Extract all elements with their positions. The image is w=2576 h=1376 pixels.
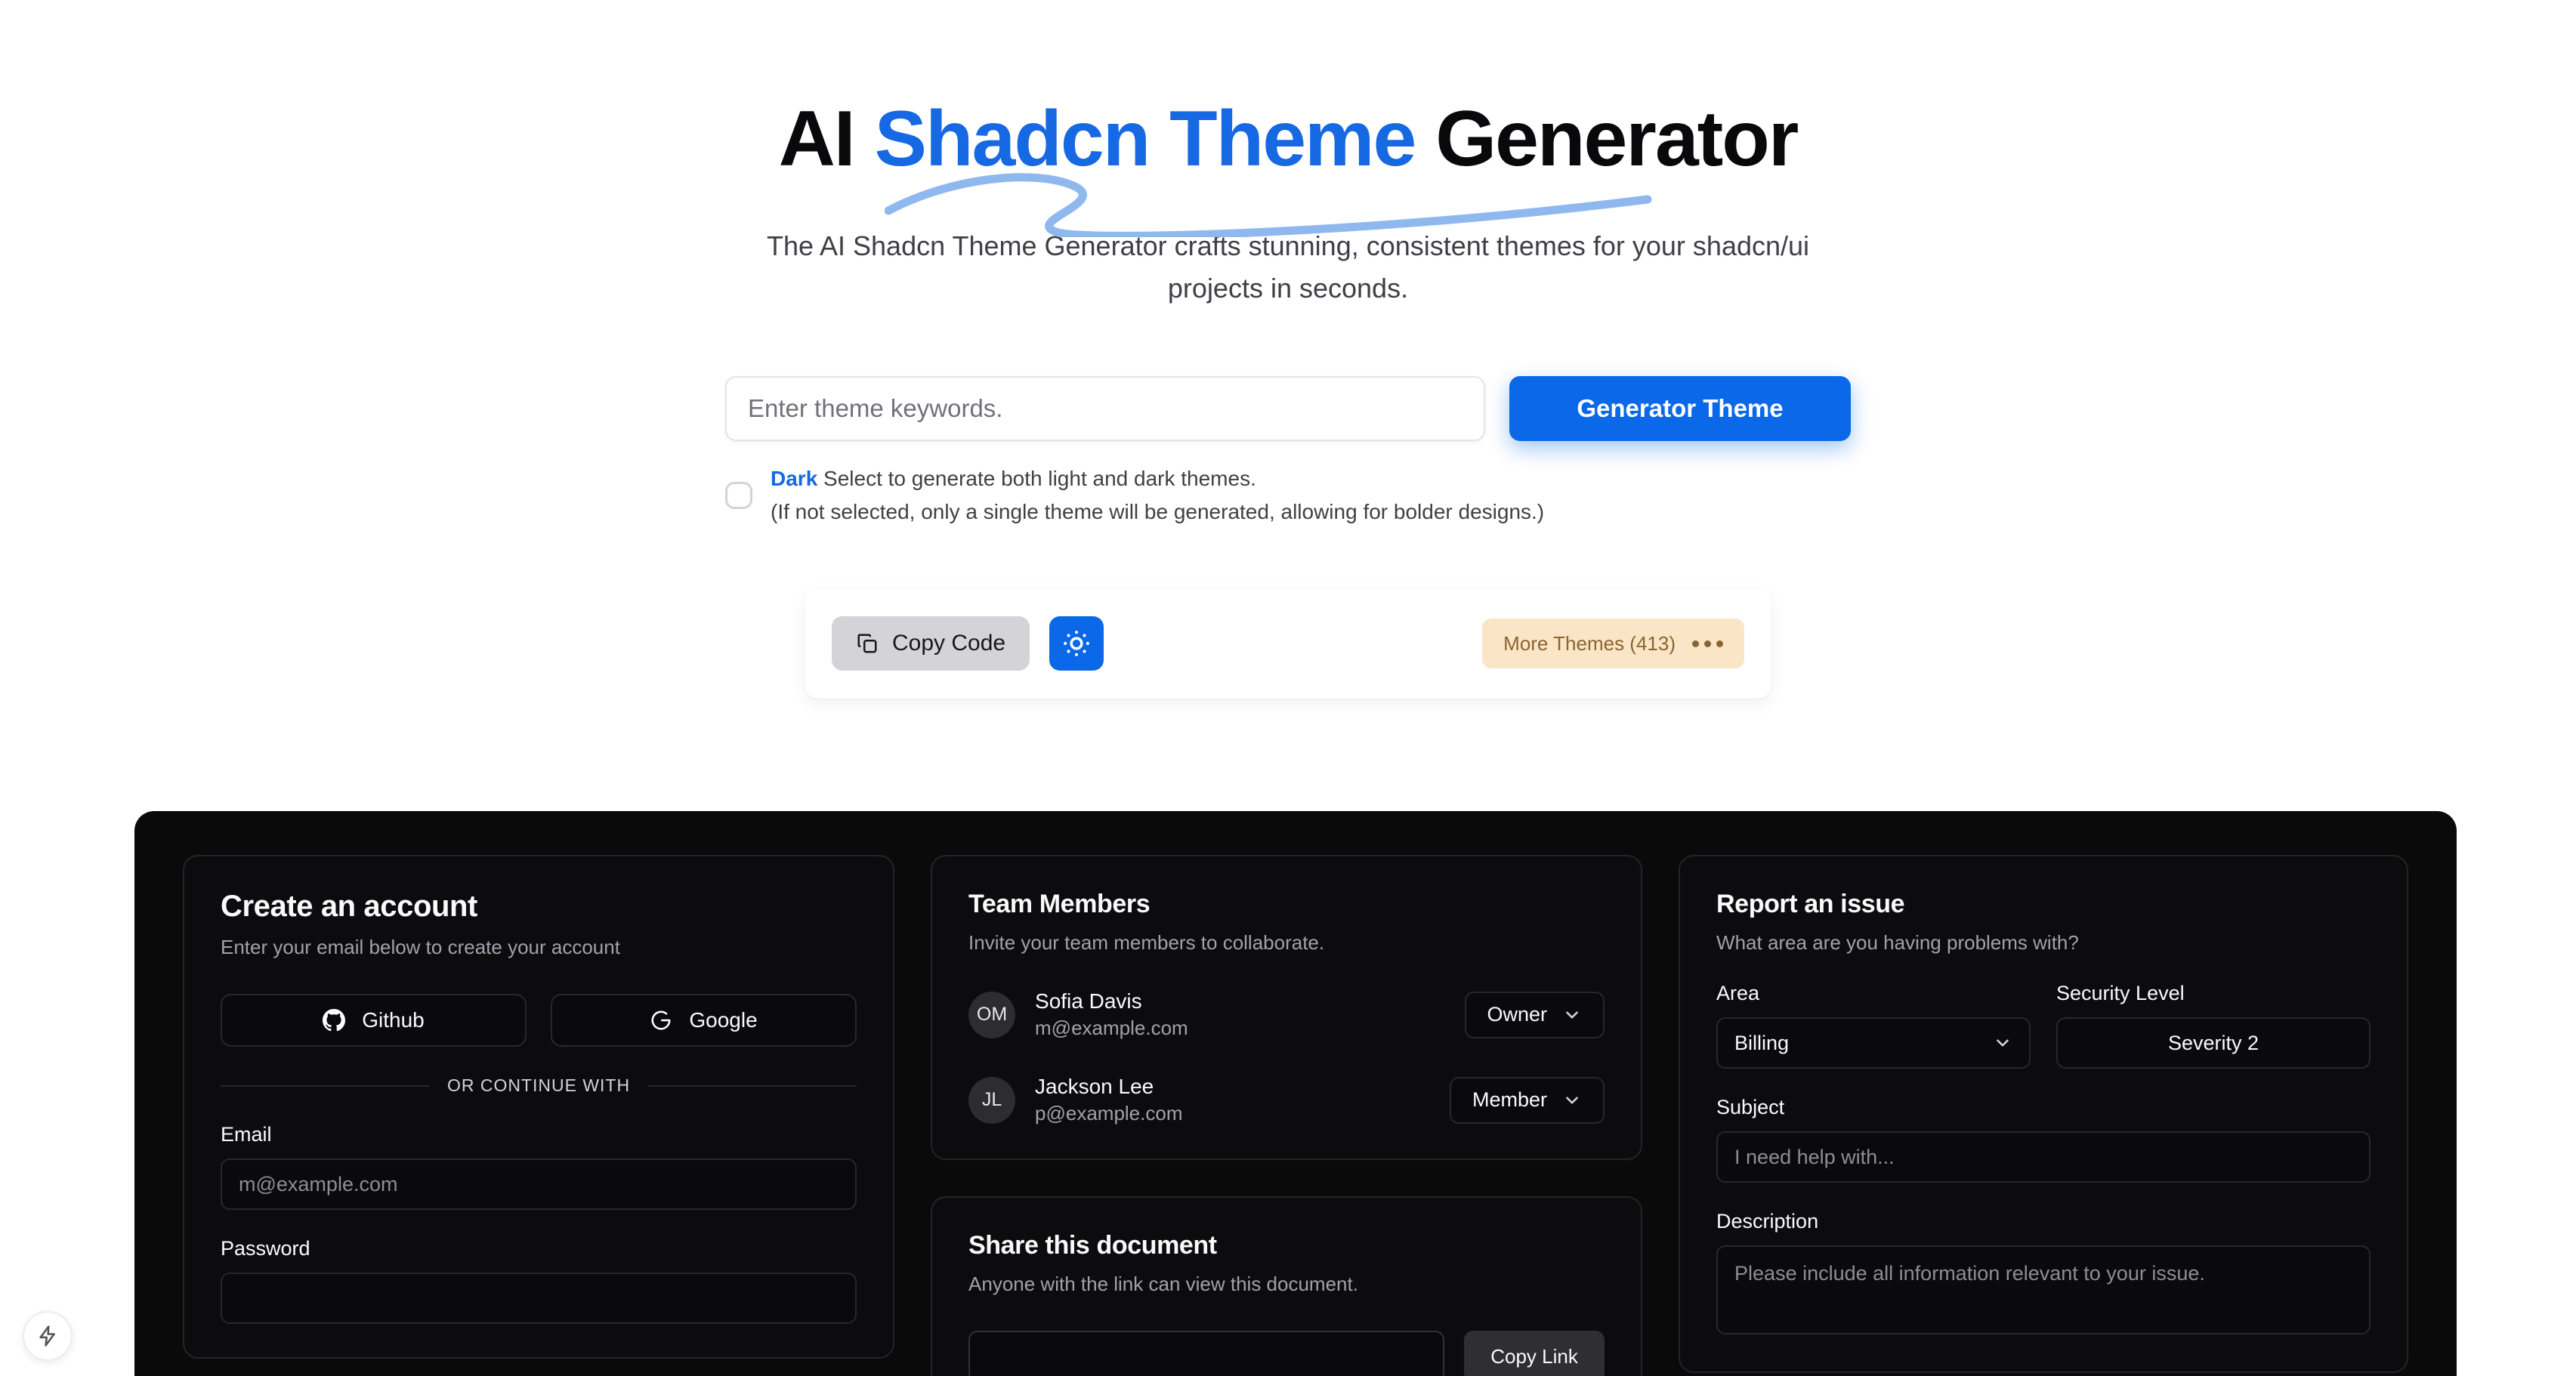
report-issue-card: Report an issue What area are you having… [1679,855,2408,1373]
page-title: AI Shadcn Theme Generator [779,100,1799,237]
share-document-card: Share this document Anyone with the link… [931,1196,1643,1376]
chevron-down-icon [1566,1096,1578,1104]
generator-form: Generator Theme [725,375,1851,441]
copy-icon [857,634,877,653]
team-member-role-label: Member [1472,1088,1548,1111]
google-signin-label: Google [689,1008,758,1032]
description-label: Description [1716,1210,1819,1233]
google-icon [651,1010,671,1030]
team-member-email: p@example.com [1035,1102,1183,1125]
title-accent: Shadcn Theme [874,95,1417,183]
copy-link-button[interactable]: Copy Link [1464,1331,1605,1376]
team-member-name: Sofia Davis [1035,989,1142,1013]
team-member-email: m@example.com [1035,1017,1188,1039]
team-member-row: OM Sofia Davis m@example.com Owner [968,989,1605,1040]
preview-column-left: Create an account Enter your email below… [183,855,895,1364]
dark-mode-text: Dark Select to generate both light and d… [771,462,1544,530]
quick-action-button[interactable] [23,1311,73,1361]
theme-preview-panel: Create an account Enter your email below… [134,811,2457,1376]
team-member-name: Jackson Lee [1035,1075,1154,1098]
title-prefix: AI [778,95,875,183]
report-issue-description: What area are you having problems with? [1716,931,2079,954]
dark-mode-checkbox[interactable] [725,482,752,510]
oauth-buttons-row: Github Google [221,994,857,1047]
preview-toolbar: Copy Code More Themes (413) [805,588,1771,699]
team-member-role-select[interactable]: Member [1450,1076,1605,1124]
email-label: Email [221,1123,272,1146]
chevron-down-icon [1566,1010,1578,1019]
team-member-role-select[interactable]: Owner [1464,991,1605,1038]
report-issue-selects-row: Area Billing Security Level Severity 2 [1716,955,2371,1069]
oauth-divider: OR CONTINUE WITH [221,1075,857,1096]
preview-column-right: Report an issue What area are you having… [1679,855,2408,1373]
copy-code-label: Copy Code [892,631,1006,656]
dark-mode-option-row: Dark Select to generate both light and d… [725,462,1851,530]
divider-label: OR CONTINUE WITH [446,1075,631,1095]
area-select[interactable]: Billing [1716,1017,2031,1069]
github-signin-label: Github [362,1008,425,1032]
more-themes-button[interactable]: More Themes (413) [1482,619,1744,669]
team-member-meta: Jackson Lee p@example.com [1035,1075,1430,1125]
google-signin-button[interactable]: Google [551,994,857,1047]
github-signin-button[interactable]: Github [221,994,527,1047]
team-member-meta: Sofia Davis m@example.com [1035,989,1444,1040]
password-label: Password [221,1237,310,1260]
area-selected-value: Billing [1734,1031,1790,1054]
generate-theme-button[interactable]: Generator Theme [1509,375,1851,441]
report-issue-title: Report an issue [1716,890,1905,918]
dark-mode-note: (If not selected, only a single theme wi… [771,500,1545,524]
share-link-input[interactable] [968,1331,1445,1376]
security-level-label: Security Level [2056,982,2185,1004]
avatar: OM [968,991,1016,1038]
subject-label: Subject [1716,1096,1785,1118]
share-document-description: Anyone with the link can view this docum… [968,1273,1358,1295]
create-account-title: Create an account [221,890,477,923]
sun-icon [1064,631,1090,657]
area-label: Area [1716,982,1760,1004]
security-level-selected-value: Severity 2 [2167,1031,2259,1054]
create-account-description: Enter your email below to create your ac… [221,936,620,958]
page-root: AI Shadcn Theme Generator The AI Shadcn … [0,0,2576,1376]
more-themes-label: More Themes (413) [1503,631,1676,655]
divider-line-left [221,1084,429,1087]
team-members-title: Team Members [968,890,1151,918]
theme-keywords-input[interactable] [725,375,1485,441]
dark-mode-label: Dark [771,466,818,490]
team-members-description: Invite your team members to collaborate. [968,931,1325,954]
hero-subtitle: The AI Shadcn Theme Generator crafts stu… [766,230,1810,304]
area-field-group: Area Billing [1716,955,2031,1069]
ellipsis-icon [1692,640,1723,647]
preview-column-middle: Team Members Invite your team members to… [931,855,1643,1376]
title-suffix: Generator [1415,95,1799,183]
share-document-title: Share this document [968,1231,1217,1260]
hero-section: AI Shadcn Theme Generator The AI Shadcn … [0,0,2576,310]
lightning-bolt-icon [39,1325,55,1347]
chevron-down-icon [1997,1039,2009,1047]
copy-code-button[interactable]: Copy Code [832,616,1030,671]
team-member-row: JL Jackson Lee p@example.com Member [968,1075,1605,1125]
team-members-card: Team Members Invite your team members to… [931,855,1643,1160]
dark-mode-description: Select to generate both light and dark t… [823,466,1256,490]
password-field[interactable] [221,1273,857,1324]
theme-toggle-button[interactable] [1049,616,1104,671]
security-level-select[interactable]: Severity 2 [2056,1017,2371,1069]
team-member-role-label: Owner [1487,1003,1548,1026]
create-account-card: Create an account Enter your email below… [183,855,895,1359]
divider-line-right [648,1084,857,1087]
email-field[interactable] [221,1158,857,1210]
avatar: JL [968,1076,1016,1124]
subject-field[interactable] [1716,1131,2371,1183]
description-field[interactable] [1716,1245,2371,1334]
security-level-field-group: Security Level Severity 2 [2056,955,2371,1069]
github-icon [323,1009,346,1032]
share-link-row: Copy Link [968,1331,1605,1376]
